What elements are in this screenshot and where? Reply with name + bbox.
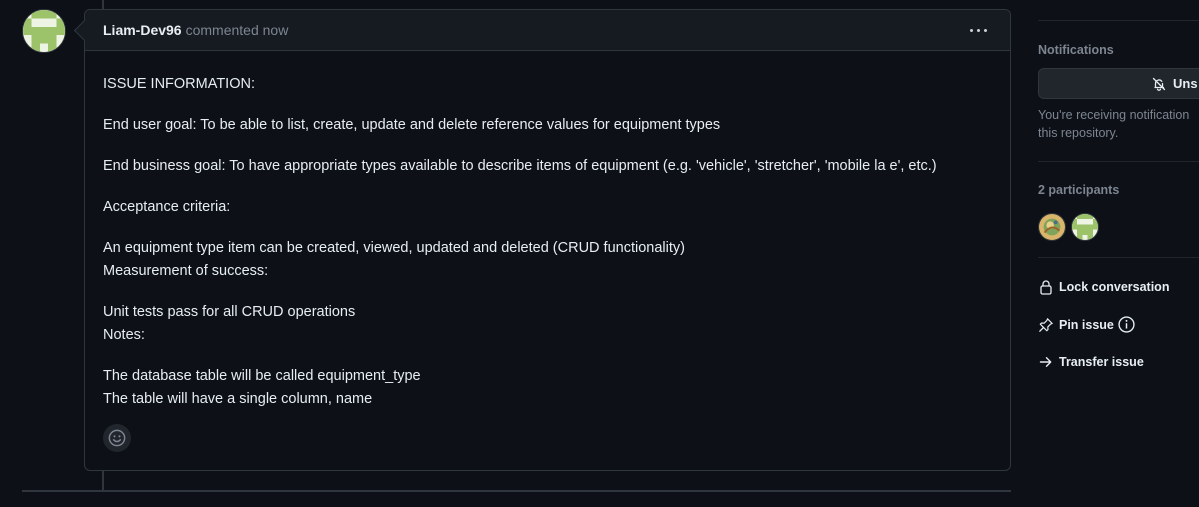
transfer-issue-button[interactable]: Transfer issue — [1038, 354, 1144, 370]
participant-avatar[interactable] — [1071, 213, 1099, 241]
notifications-heading: Notifications — [1038, 43, 1114, 57]
notifications-description-line: this repository. — [1038, 126, 1119, 140]
pin-issue-button[interactable]: Pin issue — [1038, 316, 1135, 333]
comment-author-link[interactable]: Liam-Dev96 — [103, 22, 182, 38]
issue-comment: Liam-Dev96 commented now ISSUE INFORMATI… — [73, 9, 1011, 471]
participant-avatar-image — [1039, 214, 1065, 240]
body-paragraph: Notes: — [103, 327, 145, 343]
unsubscribe-label: Uns — [1173, 76, 1198, 91]
author-avatar[interactable] — [22, 9, 66, 53]
add-reaction-button[interactable] — [103, 424, 131, 452]
sidebar-divider — [1038, 257, 1199, 258]
bell-slash-icon — [1151, 76, 1167, 92]
lock-icon — [1038, 279, 1054, 295]
comment-caret — [73, 19, 96, 42]
info-icon[interactable] — [1118, 316, 1135, 333]
body-paragraph: An equipment type item can be created, v… — [103, 240, 685, 256]
notifications-description: You're receiving notification this repos… — [1038, 106, 1199, 142]
lock-conversation-label: Lock conversation — [1059, 280, 1170, 294]
issue-sidebar: Notifications Uns You're receiving notif… — [1038, 0, 1199, 507]
lock-conversation-button[interactable]: Lock conversation — [1038, 279, 1169, 295]
timeline-divider — [22, 490, 1011, 492]
smiley-icon — [108, 429, 126, 447]
identicon-image — [23, 10, 65, 52]
arrow-right-icon — [1038, 354, 1054, 370]
notifications-description-line: You're receiving notification — [1038, 108, 1190, 122]
body-paragraph: The database table will be called equipm… — [103, 368, 421, 384]
sidebar-divider — [1038, 161, 1199, 162]
issue-page: Liam-Dev96 commented now ISSUE INFORMATI… — [0, 0, 1199, 507]
pin-icon — [1038, 317, 1054, 333]
participant-avatar[interactable] — [1038, 213, 1066, 241]
identicon-image — [1072, 214, 1098, 240]
comment-header: Liam-Dev96 commented now — [73, 10, 1010, 51]
unsubscribe-button[interactable]: Uns — [1038, 68, 1199, 99]
body-paragraph: ISSUE INFORMATION: — [103, 76, 255, 92]
comment-body: ISSUE INFORMATION: End user goal: To be … — [85, 51, 1010, 411]
transfer-issue-label: Transfer issue — [1059, 355, 1144, 369]
comment-timestamp[interactable]: commented now — [186, 22, 289, 38]
body-paragraph: End user goal: To be able to list, creat… — [103, 117, 721, 133]
body-paragraph: Unit tests pass for all CRUD operations — [103, 304, 356, 320]
body-paragraph: The table will have a single column, nam… — [103, 391, 373, 407]
body-paragraph: Measurement of success: — [103, 263, 269, 279]
body-paragraph: Acceptance criteria: — [103, 199, 231, 215]
participants-heading: 2 participants — [1038, 183, 1120, 197]
body-paragraph: End business goal: To have appropriate t… — [103, 158, 937, 174]
kebab-horizontal-icon[interactable] — [966, 18, 990, 42]
sidebar-divider — [1038, 20, 1199, 21]
pin-issue-label: Pin issue — [1059, 317, 1114, 332]
